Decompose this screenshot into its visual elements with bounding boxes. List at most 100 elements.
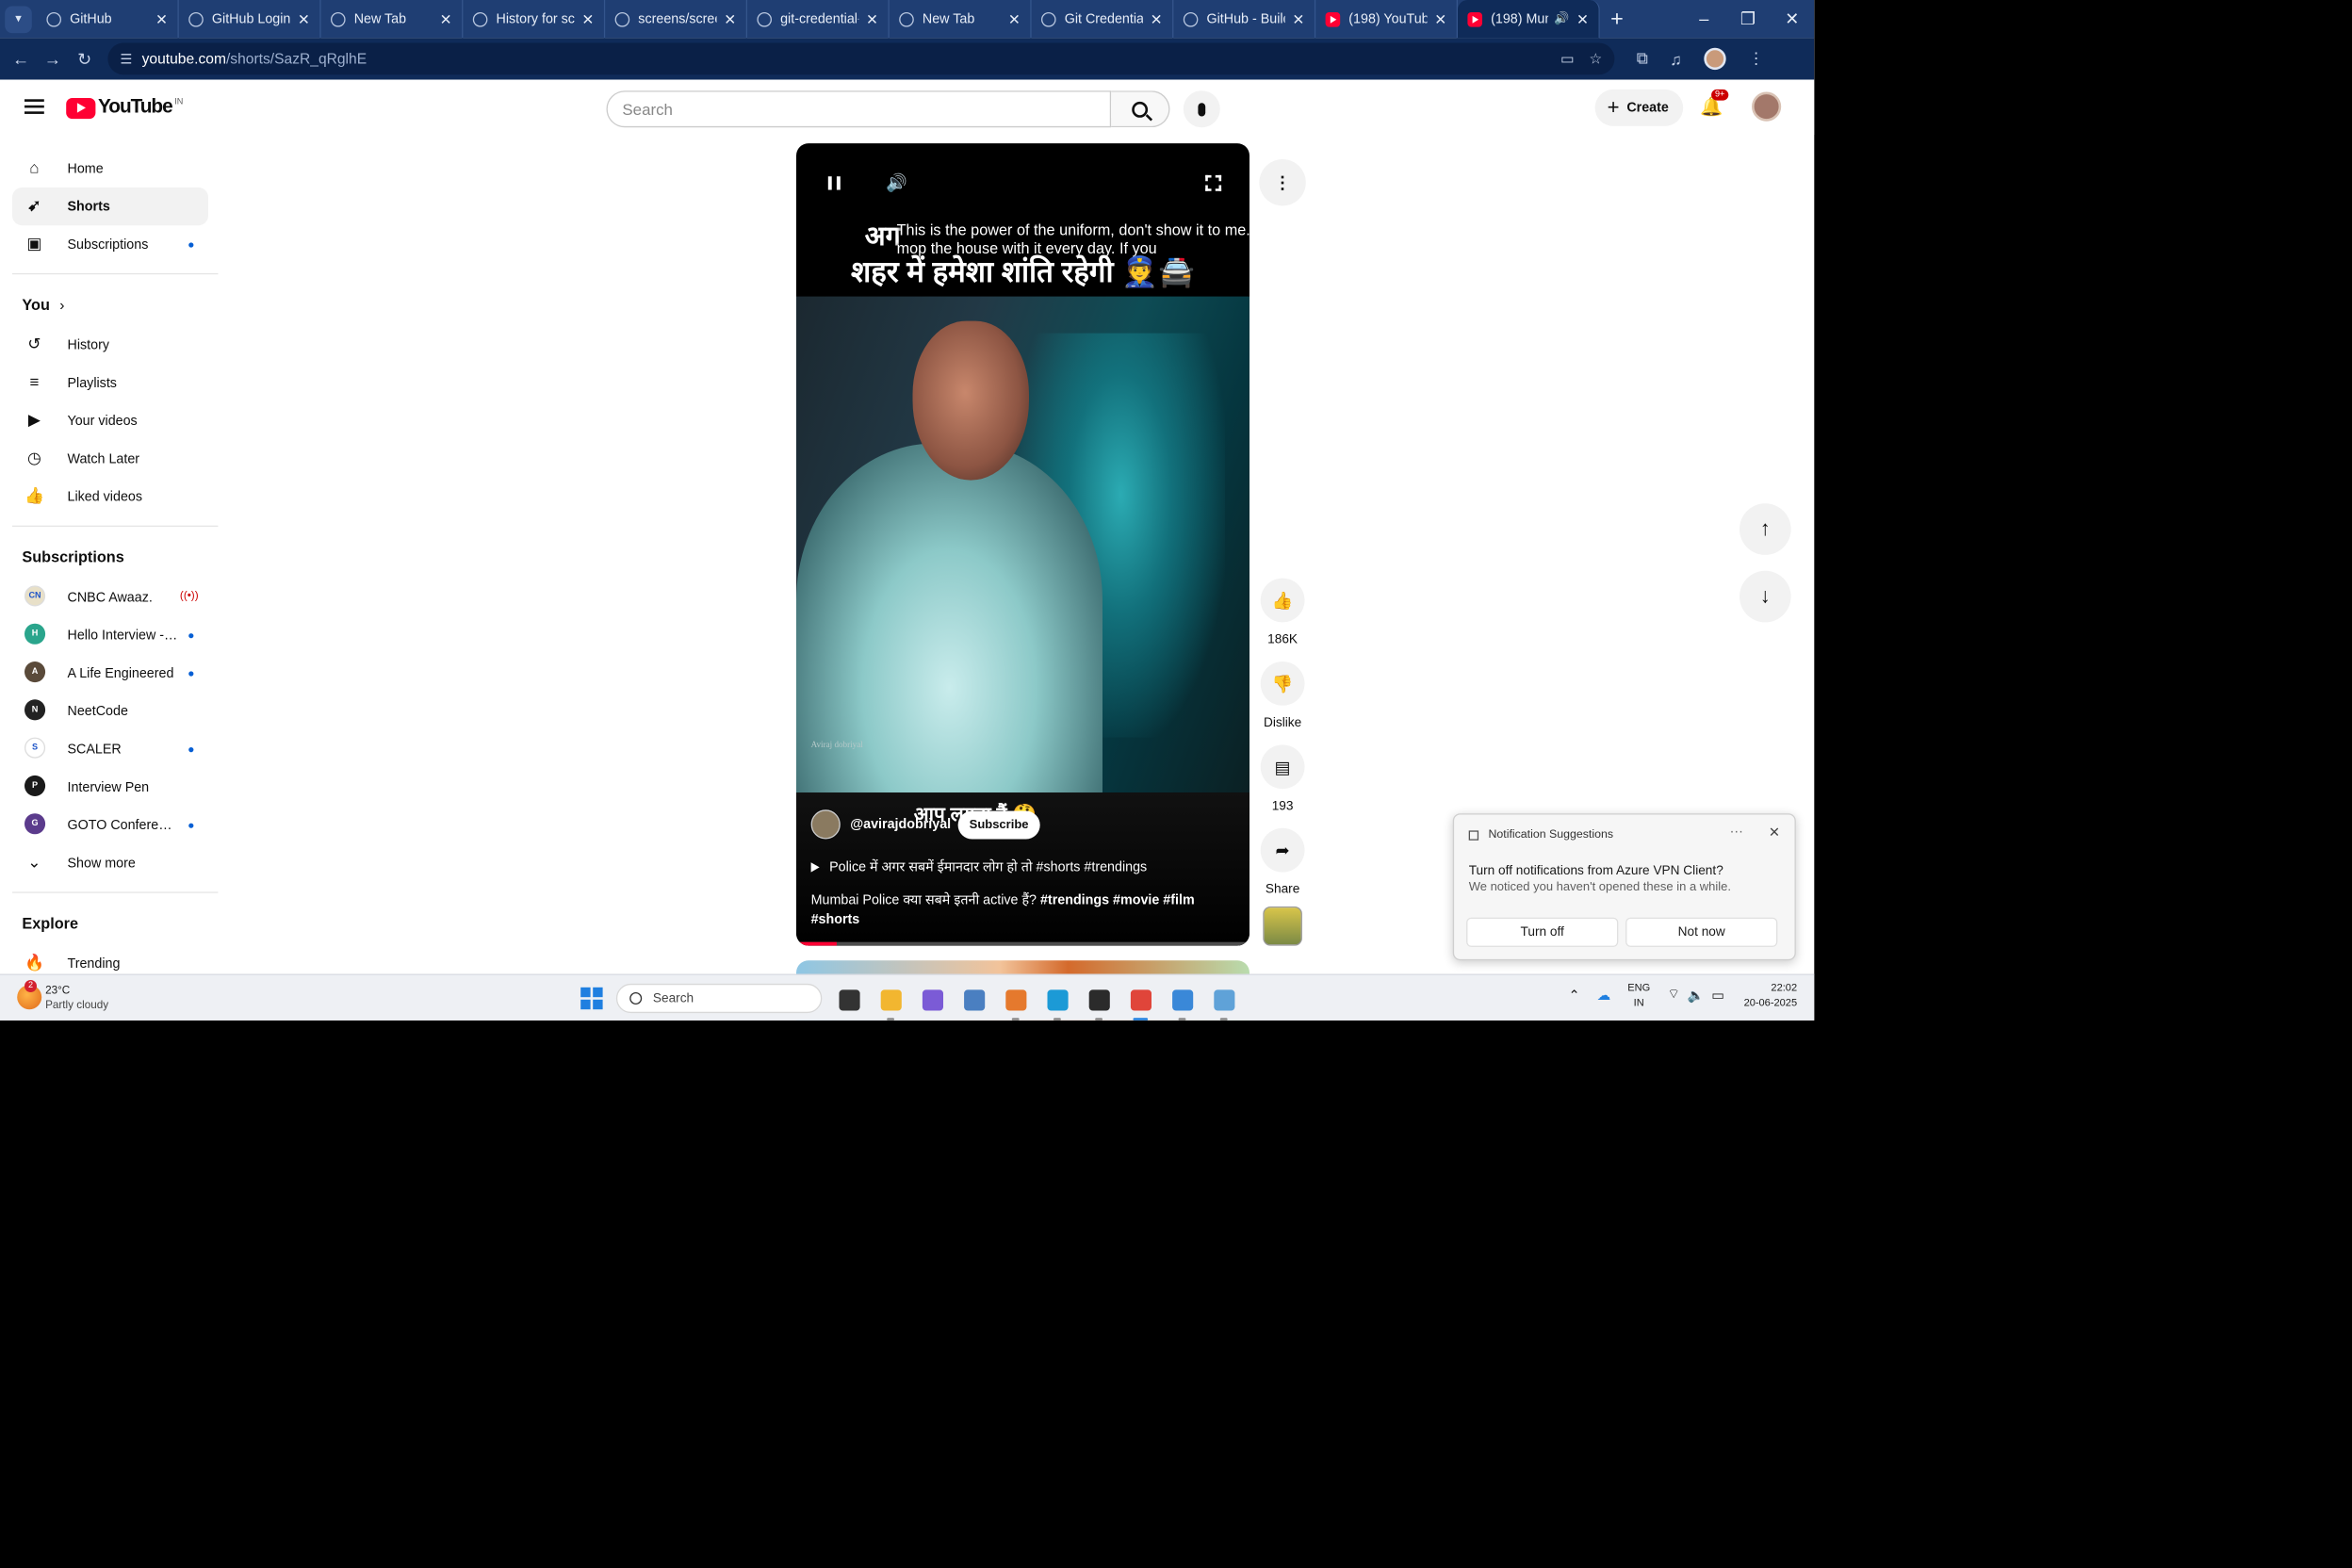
close-tab-icon[interactable]: ✕	[298, 10, 310, 27]
tab-1[interactable]: GitHub ✕	[37, 0, 179, 39]
sidebar-item-liked-videos[interactable]: 👍 Liked videos	[12, 478, 208, 515]
close-tab-icon[interactable]: ✕	[1434, 10, 1446, 27]
office-icon[interactable]	[995, 984, 1037, 1021]
remix-sound-thumbnail[interactable]	[1263, 906, 1302, 946]
close-tab-icon[interactable]: ✕	[866, 10, 878, 27]
install-app-icon[interactable]: ▭	[1560, 50, 1575, 67]
toast-more-icon[interactable]: ···	[1730, 825, 1743, 840]
video-description[interactable]: Mumbai Police क्या सबमे इतनी active हैं?…	[811, 890, 1203, 930]
pause-button[interactable]	[820, 168, 849, 197]
channel-avatar[interactable]	[810, 809, 841, 840]
close-tab-icon[interactable]: ✕	[724, 10, 736, 27]
sidebar-item-history[interactable]: ↺ History	[12, 326, 208, 364]
sidebar-subscription[interactable]: H Hello Interview - ...	[12, 616, 208, 654]
previous-short-button[interactable]: ↑	[1739, 503, 1791, 555]
back-icon[interactable]: ←	[5, 49, 37, 69]
close-tab-icon[interactable]: ✕	[440, 10, 452, 27]
youtube-logo[interactable]: YouTube IN	[66, 97, 183, 119]
fullscreen-button[interactable]	[1198, 168, 1227, 197]
onedrive-icon[interactable]: ☁	[1597, 987, 1610, 1003]
taskbar-search[interactable]: Search	[615, 983, 823, 1014]
volume-button[interactable]: 🔊	[882, 168, 911, 197]
sidebar-subscription[interactable]: P Interview Pen	[12, 768, 208, 806]
dislike-button[interactable]: 👎	[1260, 662, 1305, 706]
sidebar-item-your-videos[interactable]: ▶ Your videos	[12, 401, 208, 439]
shorts-player[interactable]: Aviraj dobriyal अग This is the power of …	[795, 143, 1250, 946]
terminal-icon[interactable]	[1078, 984, 1119, 1021]
restore-icon[interactable]: ❐	[1726, 0, 1771, 38]
remote-desktop-icon[interactable]	[953, 984, 994, 1016]
sidebar-subscription[interactable]: CN CNBC Awaaz. ((•))	[12, 579, 208, 616]
wifi-icon[interactable]: ⌔	[1667, 987, 1679, 1004]
video-progress-bar[interactable]	[795, 941, 1250, 946]
site-info-icon[interactable]: ☰	[120, 51, 132, 67]
extensions-icon[interactable]: ⧉	[1637, 49, 1648, 69]
close-tab-icon[interactable]: ✕	[1151, 10, 1163, 27]
reload-icon[interactable]: ↻	[69, 48, 101, 69]
close-tab-icon[interactable]: ✕	[1576, 10, 1589, 27]
edge-icon[interactable]	[1037, 984, 1078, 1021]
battery-icon[interactable]: ▭	[1711, 987, 1724, 1003]
forward-icon[interactable]: →	[37, 49, 69, 69]
media-controls-icon[interactable]: ♫	[1670, 50, 1682, 68]
tab-11[interactable]: (198) Mum 🔊 ✕	[1458, 0, 1600, 39]
control-panel-icon[interactable]	[1203, 984, 1245, 1021]
tab-8[interactable]: Git Credential I ✕	[1032, 0, 1174, 39]
minimize-icon[interactable]: –	[1682, 0, 1726, 38]
tab-2[interactable]: GitHub Login I ✕	[179, 0, 321, 39]
sidebar-item-watch-later[interactable]: ◷ Watch Later	[12, 440, 208, 478]
more-options-button[interactable]: ⋮	[1259, 159, 1306, 206]
sidebar-item-playlists[interactable]: ≡ Playlists	[12, 364, 208, 401]
sidebar-subscription[interactable]: S SCALER	[12, 730, 208, 768]
file-explorer-icon[interactable]	[870, 984, 911, 1021]
notifications-button[interactable]: 🔔 9+	[1700, 89, 1729, 118]
start-button[interactable]	[580, 987, 603, 1010]
volume-icon[interactable]: 🔈	[1688, 987, 1705, 1003]
close-window-icon[interactable]: ✕	[1770, 0, 1814, 38]
close-tab-icon[interactable]: ✕	[1008, 10, 1021, 27]
share-button[interactable]: ➦	[1260, 827, 1305, 873]
chrome-icon[interactable]	[1119, 984, 1161, 1021]
next-short-button[interactable]: ↓	[1739, 570, 1791, 623]
weather-widget[interactable]: 23°CPartly cloudy	[17, 979, 108, 1012]
comments-button[interactable]: ▤	[1260, 744, 1305, 790]
close-tab-icon[interactable]: ✕	[581, 10, 594, 27]
close-tab-icon[interactable]: ✕	[1292, 10, 1304, 27]
toast-close-icon[interactable]: ✕	[1769, 825, 1780, 841]
create-button[interactable]: + Create	[1594, 89, 1684, 126]
sidebar-item-trending[interactable]: 🔥 Trending	[12, 944, 208, 972]
subscribe-button[interactable]: Subscribe	[957, 809, 1040, 839]
turn-off-button[interactable]: Turn off	[1466, 917, 1619, 947]
copilot-icon[interactable]	[911, 984, 953, 1016]
sidebar-item-shorts[interactable]: ➹ Shorts	[12, 187, 208, 226]
task-view-icon[interactable]	[828, 984, 870, 1016]
profile-avatar[interactable]	[1704, 47, 1726, 71]
tab-search-button[interactable]: ▾	[5, 5, 32, 33]
tab-4[interactable]: History for scr ✕	[463, 0, 606, 39]
tab-9[interactable]: GitHub - Build ✕	[1173, 0, 1316, 39]
tab-5[interactable]: screens/screen ✕	[605, 0, 747, 39]
guide-menu-icon[interactable]	[24, 99, 44, 114]
address-bar[interactable]: ☰ youtube.com/shorts/SazR_qRglhE ▭ ☆	[107, 42, 1615, 75]
sidebar-subscription[interactable]: G GOTO Conferenc...	[12, 806, 208, 843]
bookmark-star-icon[interactable]: ☆	[1589, 50, 1602, 67]
close-tab-icon[interactable]: ✕	[155, 10, 168, 27]
chrome-menu-icon[interactable]: ⋮	[1748, 49, 1764, 69]
account-avatar[interactable]	[1751, 91, 1782, 122]
tab-3[interactable]: New Tab ✕	[321, 0, 464, 39]
channel-name[interactable]: @avirajdobriyal	[850, 817, 951, 832]
sidebar-subscription[interactable]: A A Life Engineered	[12, 654, 208, 692]
tab-7[interactable]: New Tab ✕	[890, 0, 1032, 39]
tab-6[interactable]: git-credential- ✕	[747, 0, 890, 39]
clock[interactable]: 22:02 20-06-2025	[1744, 980, 1798, 1009]
sidebar-item-subscriptions[interactable]: ▣ Subscriptions	[12, 225, 208, 263]
show-hidden-icons[interactable]: ⌃	[1569, 987, 1580, 1003]
you-heading[interactable]: You ›	[12, 285, 208, 326]
search-button[interactable]	[1111, 90, 1170, 128]
not-now-button[interactable]: Not now	[1625, 917, 1778, 947]
show-more-button[interactable]: ⌄ Show more	[12, 844, 208, 882]
tab-10[interactable]: (198) YouTube ✕	[1315, 0, 1458, 39]
playlist-link[interactable]: Police में अगर सबमें ईमानदार लोग हो तो #…	[810, 858, 1147, 876]
new-tab-button[interactable]: +	[1600, 7, 1634, 32]
snipping-tool-icon[interactable]	[1161, 984, 1202, 1021]
